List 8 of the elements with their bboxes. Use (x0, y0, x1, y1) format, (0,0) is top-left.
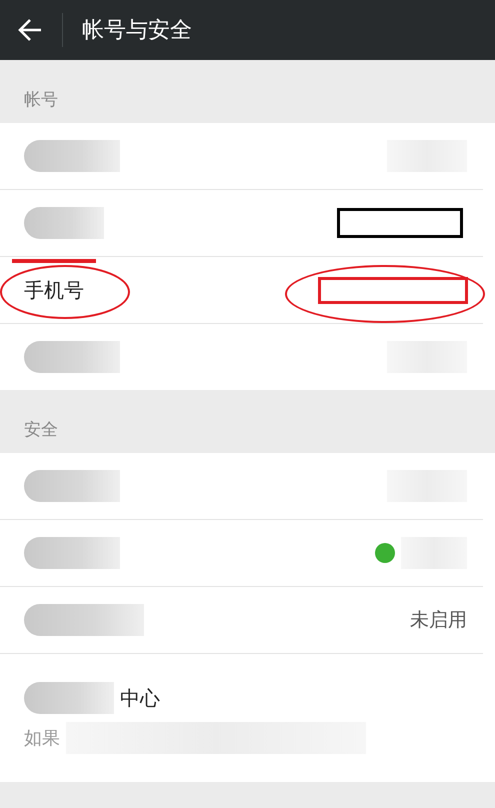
section-header: 安全 (23, 419, 59, 442)
back-icon[interactable] (17, 17, 43, 43)
setting-value: 未启用 (410, 608, 467, 633)
section-header: 帐号 (23, 89, 59, 112)
setting-label: 中心 (120, 684, 160, 712)
page-title: 帐号与安全 (82, 17, 192, 45)
description-text: 如果 (24, 727, 60, 750)
setting-label: 手机号 (24, 276, 84, 304)
